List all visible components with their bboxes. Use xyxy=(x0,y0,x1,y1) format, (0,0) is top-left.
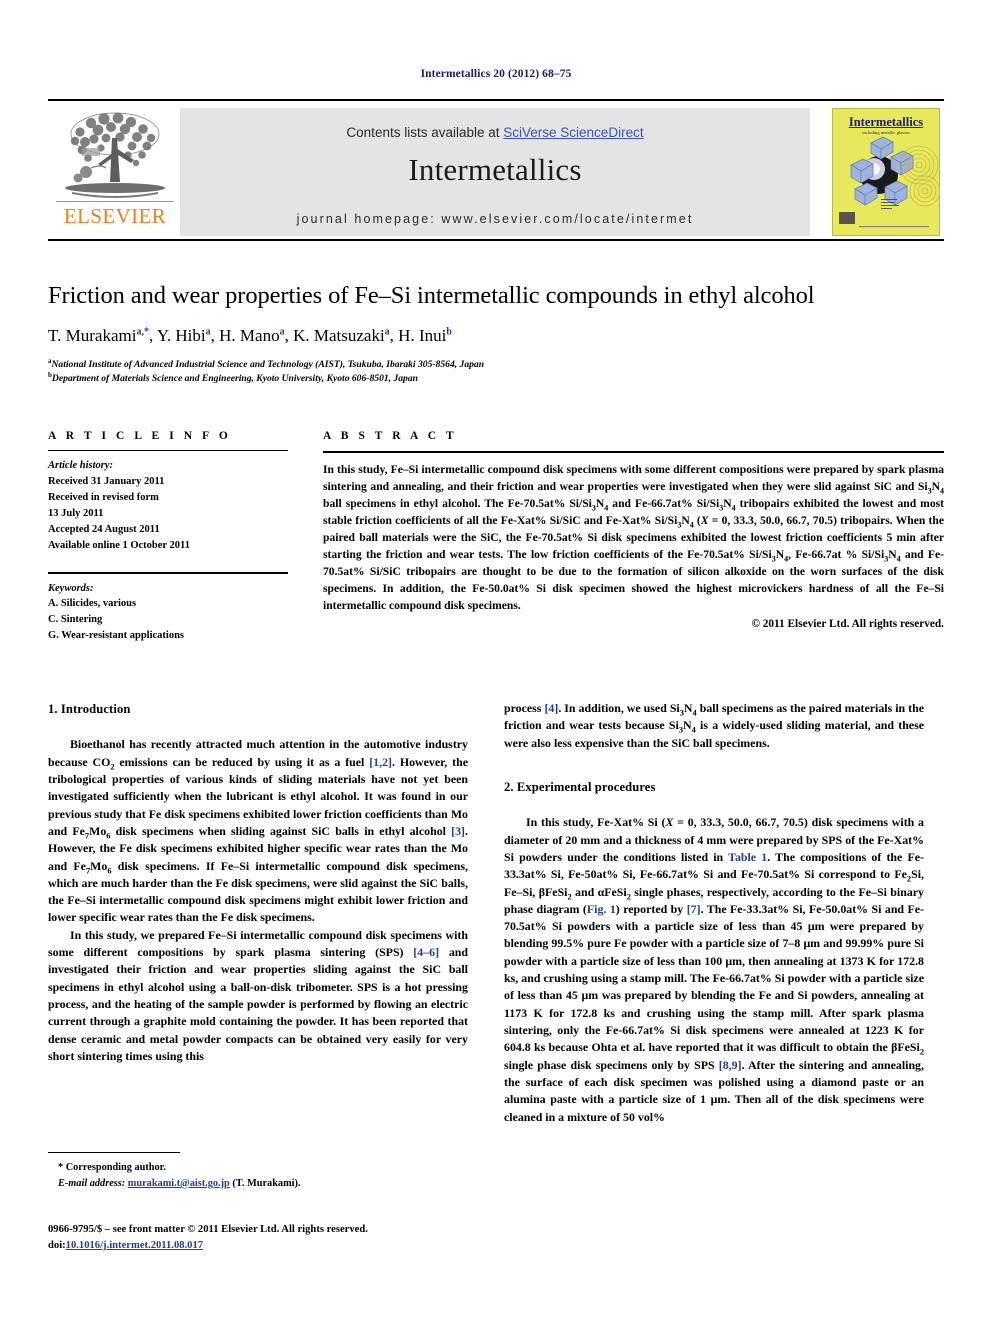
doi-label: doi: xyxy=(48,1239,66,1251)
section-heading-introduction: 1. Introduction xyxy=(48,702,131,716)
footnote-divider xyxy=(48,1152,180,1154)
author-item: H. Manoa xyxy=(219,326,285,345)
citation-link[interactable]: [4] xyxy=(544,701,558,715)
author-affiliation-mark: a,* xyxy=(136,326,149,338)
divider xyxy=(48,450,288,452)
citation-link[interactable]: [3] xyxy=(451,824,465,838)
doi-line: doi:10.1016/j.intermet.2011.08.017 xyxy=(48,1238,478,1254)
author-item: T. Murakamia,* xyxy=(48,326,149,345)
paragraph: In this study, Fe-Xat% Si (X = 0, 33.3, … xyxy=(504,815,925,1124)
cover-artwork-icon xyxy=(850,136,939,209)
author-affiliation-mark: a xyxy=(279,326,285,338)
issn-copyright-block: 0966-9795/$ – see front matter © 2011 El… xyxy=(48,1222,478,1254)
divider xyxy=(48,572,288,574)
article-history-item: Available online 1 October 2011 xyxy=(48,540,190,552)
corresponding-author-note: * Corresponding author. xyxy=(58,1162,166,1174)
cover-journal-title: Intermetallics xyxy=(848,114,924,129)
divider xyxy=(323,451,944,453)
section-heading-experimental: 2. Experimental procedures xyxy=(504,779,656,794)
title-block: Friction and wear properties of Fe–Si in… xyxy=(48,282,944,385)
keyword-item: C. Sintering xyxy=(48,614,103,626)
article-history-item: Accepted 24 August 2011 xyxy=(48,524,160,536)
doi-link[interactable]: 10.1016/j.intermet.2011.08.017 xyxy=(66,1240,203,1251)
paragraph: process [4]. In addition, we used Si3N4 … xyxy=(504,701,924,750)
article-history-label: Article history: xyxy=(48,460,114,472)
body-column-left: 1. Introduction Bioethanol has recently … xyxy=(48,700,468,1065)
article-info-column: A R T I C L E I N F O Article history: R… xyxy=(48,430,288,644)
author-affiliation-mark: a xyxy=(384,326,390,338)
citation-link[interactable]: [1,2] xyxy=(369,755,392,769)
article-page: Intermetallics 20 (2012) 68–75 ELSEVIER … xyxy=(0,0,992,1323)
citation-link[interactable]: [8,9] xyxy=(719,1058,742,1072)
email-owner: (T. Murakami). xyxy=(232,1177,301,1189)
contents-lists-line: Contents lists available at SciVerse Sci… xyxy=(180,125,810,140)
email-note: E-mail address: murakami.t@aist.go.jp (T… xyxy=(48,1176,468,1191)
abstract-body: In this study, Fe–Si intermetallic compo… xyxy=(323,462,945,612)
body-column-right: process [4]. In addition, we used Si3N4 … xyxy=(504,700,924,1126)
sciencedirect-link[interactable]: SciVerse ScienceDirect xyxy=(503,125,643,140)
journal-cover-thumbnail[interactable]: Intermetallics including metallic glasse… xyxy=(832,107,940,236)
email-label: E-mail address: xyxy=(58,1177,126,1189)
keywords-label: Keywords: xyxy=(48,582,94,594)
abstract-copyright: © 2011 Elsevier Ltd. All rights reserved… xyxy=(751,617,944,630)
keyword-item: A. Silicides, various xyxy=(48,598,137,610)
footnote-block: * Corresponding author. E-mail address: … xyxy=(48,1152,468,1191)
elsevier-wordmark: ELSEVIER xyxy=(63,203,167,228)
figure-link[interactable]: Fig. 1 xyxy=(587,902,616,916)
author-affiliation-mark: b xyxy=(446,326,452,338)
article-history-item: 13 July 2011 xyxy=(48,508,104,520)
page-title: Friction and wear properties of Fe–Si in… xyxy=(48,282,815,309)
journal-homepage[interactable]: journal homepage: www.elsevier.com/locat… xyxy=(180,212,810,226)
abstract-column: A B S T R A C T In this study, Fe–Si int… xyxy=(323,430,944,630)
author-item: Y. Hibia xyxy=(156,326,211,345)
journal-panel: Contents lists available at SciVerse Sci… xyxy=(180,107,810,236)
citation-link[interactable]: [7] xyxy=(687,902,701,916)
article-info-heading: A R T I C L E I N F O xyxy=(48,430,232,442)
keywords-block: Keywords: A. Silicides, various C. Sinte… xyxy=(48,572,288,644)
paragraph: In this study, we prepared Fe–Si interme… xyxy=(48,927,468,1063)
elsevier-logo: ELSEVIER xyxy=(54,108,176,236)
table-link[interactable]: Table 1 xyxy=(728,850,767,864)
cover-publisher-mark xyxy=(839,211,855,224)
keyword-item: G. Wear-resistant applications xyxy=(48,630,185,642)
article-history-item: Received 31 January 2011 xyxy=(48,476,165,488)
journal-title: Intermetallics xyxy=(408,151,582,187)
email-link[interactable]: murakami.t@aist.go.jp xyxy=(128,1178,230,1189)
cover-footer-text xyxy=(859,225,929,227)
paragraph: Bioethanol has recently attracted much a… xyxy=(48,737,469,925)
article-history-item: Received in revised form xyxy=(48,492,159,504)
affiliation-list: aNational Institute of Advanced Industri… xyxy=(48,356,944,385)
author-item: K. Matsuzakia xyxy=(293,326,390,345)
elsevier-rule xyxy=(56,200,174,203)
author-affiliation-mark: a xyxy=(205,326,211,338)
abstract-heading: A B S T R A C T xyxy=(323,430,458,442)
citation-link[interactable]: [4–6] xyxy=(413,945,439,959)
contents-prefix: Contents lists available at xyxy=(346,124,504,140)
affiliation-item: aNational Institute of Advanced Industri… xyxy=(48,356,485,370)
author-item: H. Inuib xyxy=(398,326,452,345)
author-list: T. Murakamia,*, Y. Hibia, H. Manoa, K. M… xyxy=(48,326,452,345)
running-head: Intermetallics 20 (2012) 68–75 xyxy=(420,68,572,80)
affiliation-item: bDepartment of Materials Science and Eng… xyxy=(48,370,418,384)
elsevier-tree-icon xyxy=(65,112,165,198)
issn-line: 0966-9795/$ – see front matter © 2011 El… xyxy=(48,1224,368,1235)
journal-banner: ELSEVIER Contents lists available at Sci… xyxy=(48,99,944,241)
